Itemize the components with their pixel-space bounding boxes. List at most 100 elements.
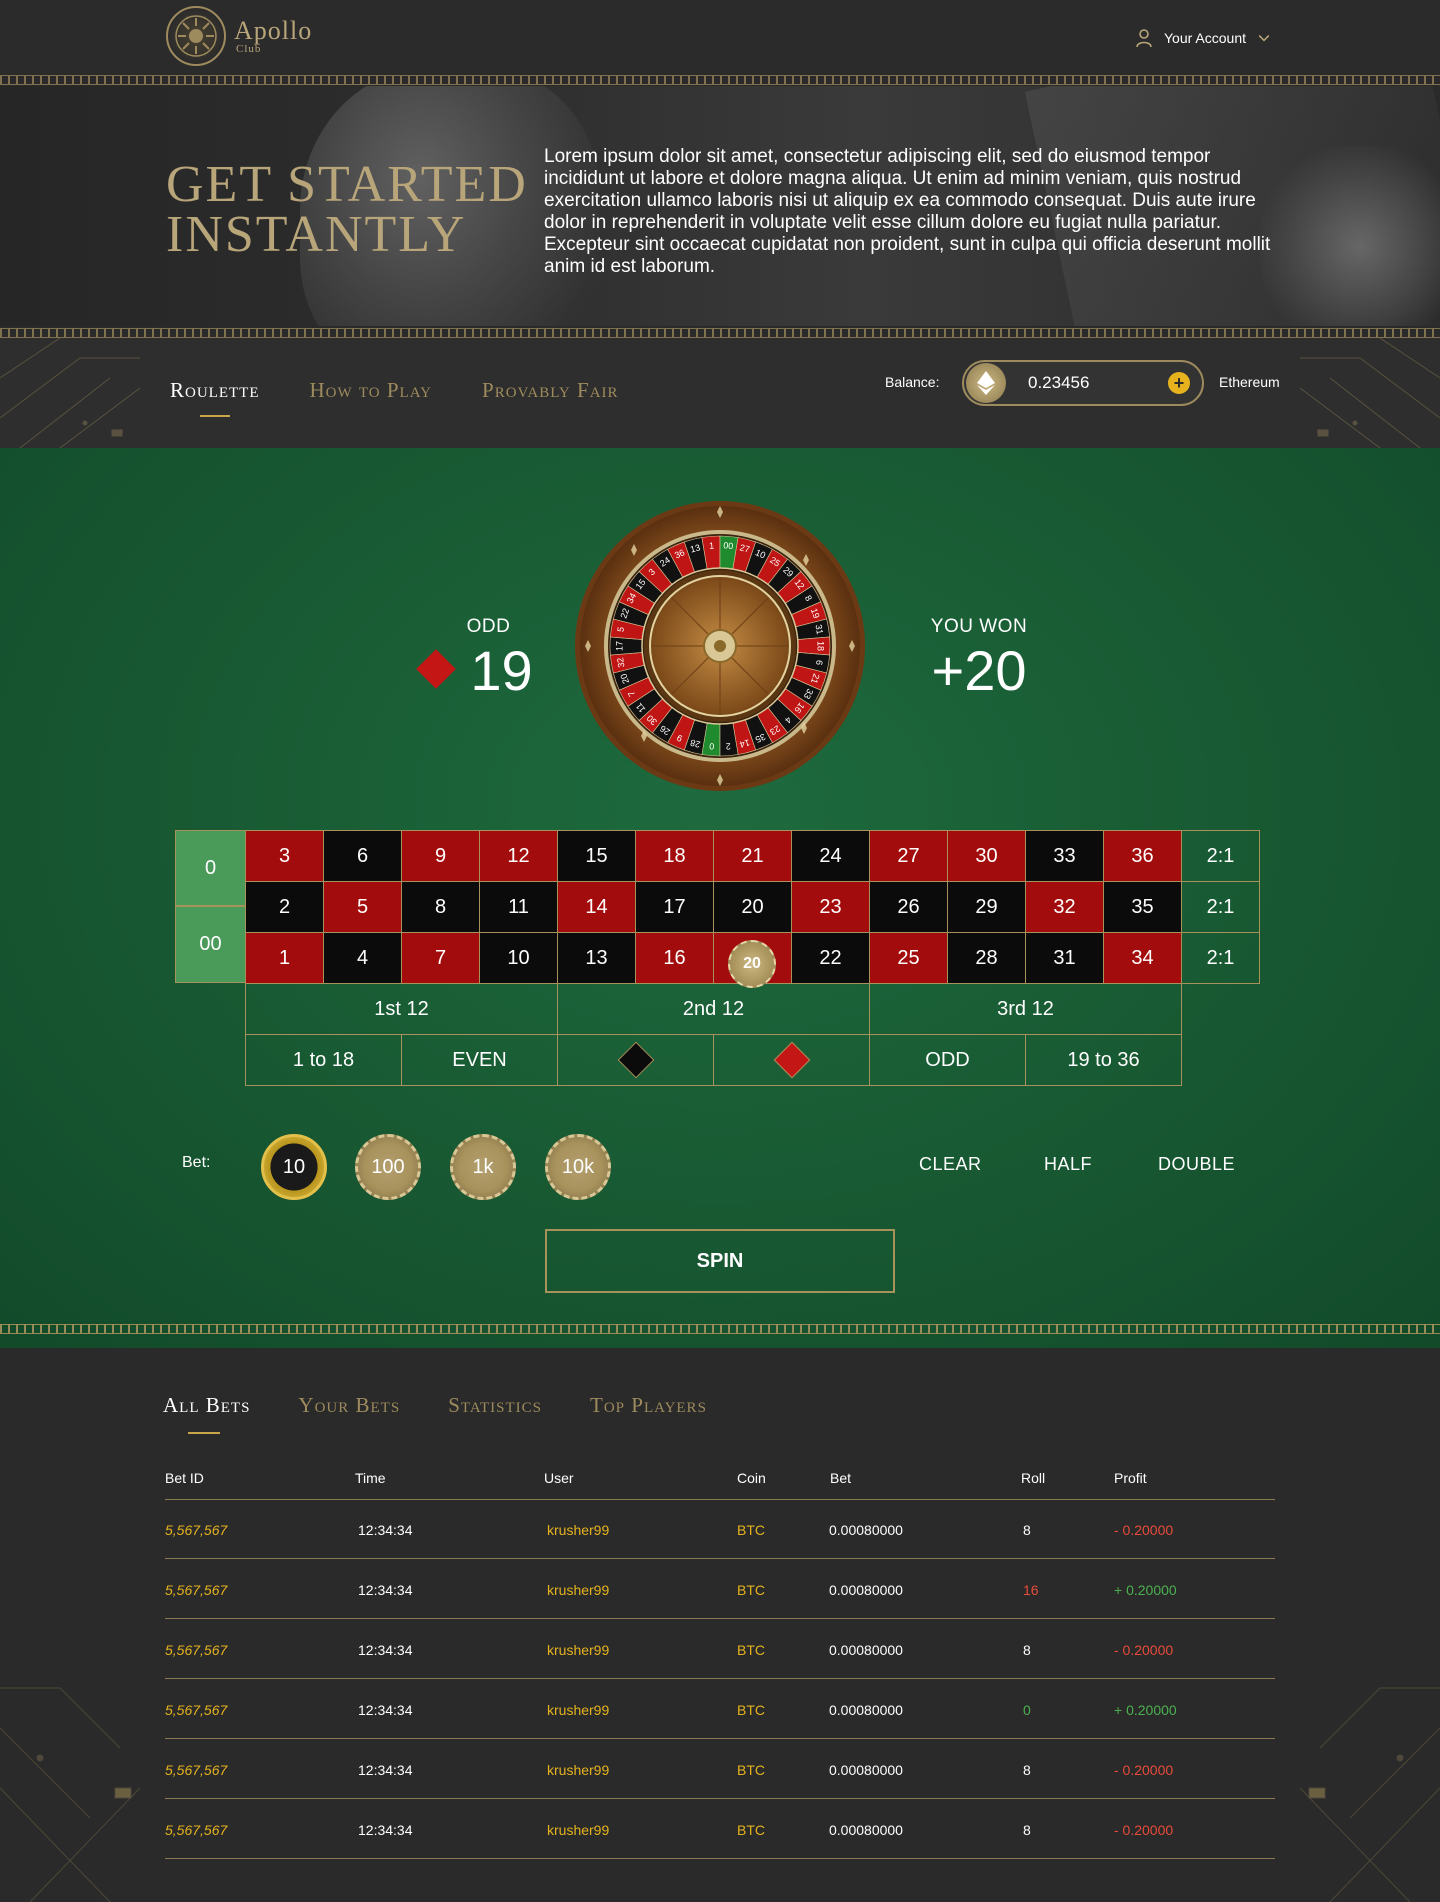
bet-cell-9[interactable]: 9 [401,830,480,882]
bet-cell-35[interactable]: 35 [1103,881,1182,933]
account-menu[interactable]: Your Account [1134,28,1272,48]
tab-how-to-play[interactable]: How to Play [310,378,433,403]
bet-odd[interactable]: ODD [869,1034,1026,1086]
user-cell[interactable]: krusher99 [547,1582,609,1598]
user-cell[interactable]: krusher99 [547,1822,609,1838]
chip-10k[interactable]: 10k [545,1134,611,1200]
bet-id-cell[interactable]: 5,567,567 [165,1822,227,1838]
logo[interactable]: Apollo Club [166,6,312,66]
spin-button[interactable]: SPIN [545,1229,895,1293]
half-button[interactable]: HALF [1044,1154,1092,1175]
bet-cell-6[interactable]: 6 [323,830,402,882]
column-bet-3[interactable]: 2:1 [1181,932,1260,984]
hero-text: Lorem ipsum dolor sit amet, consectetur … [544,146,1271,277]
black-diamond-icon [617,1041,654,1079]
bet-cell-29[interactable]: 29 [947,881,1026,933]
placed-chip[interactable]: 20 [728,939,776,988]
bet-cell: 0.00080000 [829,1702,903,1718]
table-row[interactable]: 5,567,567 12:34:34 krusher99 BTC 0.00080000 0… [165,1683,1275,1739]
bet-cell-2[interactable]: 2 [245,881,324,933]
dozen-bet-1[interactable]: 1st 12 [245,983,558,1035]
col-user: User [544,1470,574,1486]
time-cell: 12:34:34 [358,1522,413,1538]
bet-black[interactable] [557,1034,714,1086]
bet-cell-36[interactable]: 36 [1103,830,1182,882]
bet-cell-11[interactable]: 11 [479,881,558,933]
add-funds-button[interactable]: + [1168,372,1190,394]
chip-1k[interactable]: 1k [450,1134,516,1200]
table-row[interactable]: 5,567,567 12:34:34 krusher99 BTC 0.00080000 8… [165,1623,1275,1679]
bet-cell-15[interactable]: 15 [557,830,636,882]
bet-cell-25[interactable]: 25 [869,932,948,984]
bet-cell: 0.00080000 [829,1822,903,1838]
bet-id-cell[interactable]: 5,567,567 [165,1762,227,1778]
bet-cell-28[interactable]: 28 [947,932,1026,984]
bet-cell-27[interactable]: 27 [869,830,948,882]
bet-cell-22[interactable]: 22 [791,932,870,984]
bet-cell-14[interactable]: 14 [557,881,636,933]
bet-cell-34[interactable]: 34 [1103,932,1182,984]
tab-statistics[interactable]: Statistics [448,1393,542,1418]
bet-cell-17[interactable]: 17 [635,881,714,933]
bet-cell-24[interactable]: 24 [791,830,870,882]
bet-cell-23[interactable]: 23 [791,881,870,933]
bet-cell-0[interactable]: 0 [175,830,246,906]
column-bet-2[interactable]: 2:1 [1181,881,1260,933]
roulette-wheel: 02892630117203217522341532436 13 1 00 27 1025… [575,501,865,791]
bet-even[interactable]: EVEN [401,1034,558,1086]
bet-id-cell[interactable]: 5,567,567 [165,1522,227,1538]
bet-cell-31[interactable]: 31 [1025,932,1104,984]
bet-cell-00[interactable]: 00 [175,906,246,983]
bet-cell-4[interactable]: 4 [323,932,402,984]
bet-cell-16[interactable]: 16 [635,932,714,984]
double-button[interactable]: DOUBLE [1158,1154,1235,1175]
bet-cell-7[interactable]: 7 [401,932,480,984]
user-cell[interactable]: krusher99 [547,1762,609,1778]
wheel-number: 1 [709,541,715,551]
currency-selector[interactable]: Ethereum [1219,374,1280,390]
dozen-bet-3[interactable]: 3rd 12 [869,983,1182,1035]
bet-cell-20[interactable]: 20 [713,881,792,933]
bet-cell-3[interactable]: 3 [245,830,324,882]
bet-cell-1[interactable]: 1 [245,932,324,984]
tab-roulette[interactable]: Roulette [170,378,260,417]
bet-cell-32[interactable]: 32 [1025,881,1104,933]
bet-cell-18[interactable]: 18 [635,830,714,882]
bet-cell-30[interactable]: 30 [947,830,1026,882]
tab-all-bets[interactable]: All Bets [163,1393,250,1434]
dozen-bet-2[interactable]: 2nd 12 [557,983,870,1035]
chip-100[interactable]: 100 [355,1134,421,1200]
user-cell[interactable]: krusher99 [547,1702,609,1718]
user-cell[interactable]: krusher99 [547,1642,609,1658]
bet-red[interactable] [713,1034,870,1086]
bet-id-cell[interactable]: 5,567,567 [165,1642,227,1658]
bet-cell-12[interactable]: 12 [479,830,558,882]
bets-table-header: Bet ID Time User Coin Bet Roll Profit [165,1460,1275,1500]
bet-id-cell[interactable]: 5,567,567 [165,1582,227,1598]
chevron-down-icon [1258,35,1270,42]
user-cell[interactable]: krusher99 [547,1522,609,1538]
bet-cell-10[interactable]: 10 [479,932,558,984]
bet-cell-8[interactable]: 8 [401,881,480,933]
bet-cell-13[interactable]: 13 [557,932,636,984]
table-row[interactable]: 5,567,567 12:34:34 krusher99 BTC 0.00080000 1… [165,1563,1275,1619]
bet-1-to-18[interactable]: 1 to 18 [245,1034,402,1086]
hero-hand-image [1260,146,1440,326]
bet-19-to-36[interactable]: 19 to 36 [1025,1034,1182,1086]
column-bet-1[interactable]: 2:1 [1181,830,1260,882]
tab-your-bets[interactable]: Your Bets [298,1393,400,1418]
bet-id-cell[interactable]: 5,567,567 [165,1702,227,1718]
bet-cell-5[interactable]: 5 [323,881,402,933]
table-row[interactable]: 5,567,567 12:34:34 krusher99 BTC 0.00080000 8… [165,1743,1275,1799]
profit-cell: + 0.20000 [1114,1702,1177,1718]
bet-cell-26[interactable]: 26 [869,881,948,933]
tab-top-players[interactable]: Top Players [590,1393,707,1418]
bet-cell-21[interactable]: 21 [713,830,792,882]
table-row[interactable]: 5,567,567 12:34:34 krusher99 BTC 0.00080000 8… [165,1503,1275,1559]
tab-provably-fair[interactable]: Provably Fair [482,378,619,403]
chip-10[interactable]: 10 [261,1134,327,1200]
table-row[interactable]: 5,567,567 12:34:34 krusher99 BTC 0.00080000 8… [165,1803,1275,1859]
clear-button[interactable]: CLEAR [919,1154,982,1175]
wheel-number: 32 [615,657,627,669]
bet-cell-33[interactable]: 33 [1025,830,1104,882]
